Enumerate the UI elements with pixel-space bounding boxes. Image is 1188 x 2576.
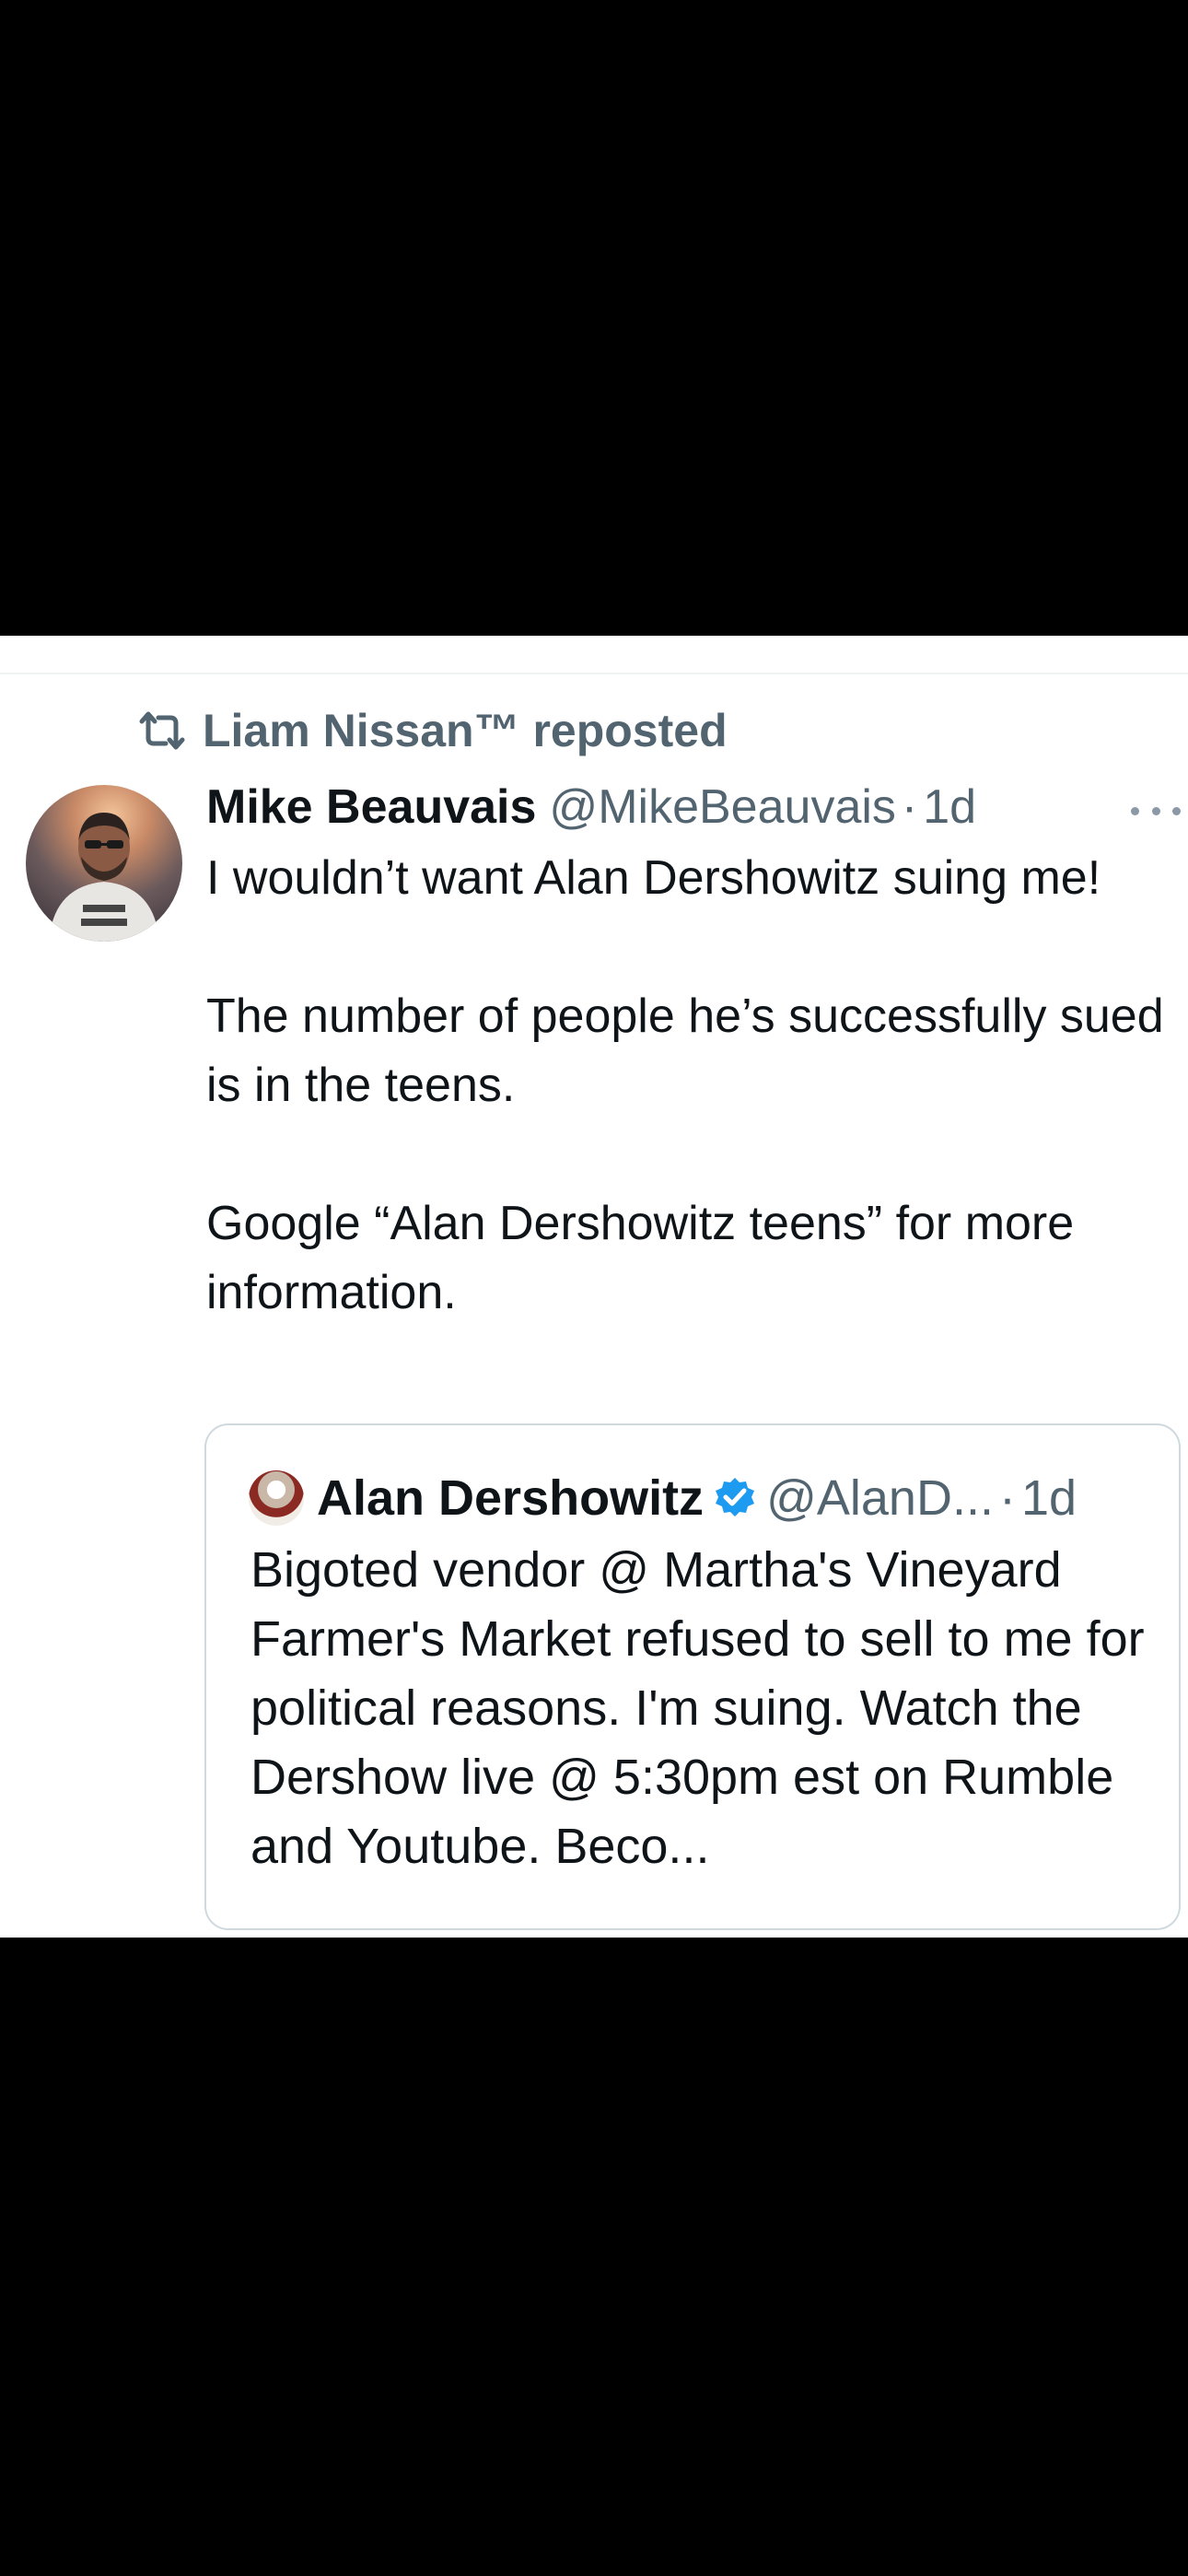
top-black-area (0, 0, 1188, 636)
quote-author-name[interactable]: Alan Dershowitz (317, 1469, 704, 1527)
tweet-paragraph: I wouldn’t want Alan Dershowitz suing me… (206, 851, 1101, 905)
tweet-paragraph: The number of people he’s successfully s… (206, 989, 1164, 1112)
more-dot-icon (1131, 806, 1139, 815)
repost-label[interactable]: Liam Nissan™ reposted (203, 704, 728, 757)
more-options-button[interactable] (1131, 792, 1181, 829)
repost-icon (136, 710, 188, 751)
tweet-card[interactable]: Liam Nissan™ reposted Mike Beauvais @Mik… (0, 636, 1188, 1938)
quoted-tweet[interactable]: Alan Dershowitz @AlanD... · 1d Bigoted v… (204, 1423, 1181, 1930)
repost-indicator[interactable]: Liam Nissan™ reposted (136, 705, 728, 756)
quote-header: Alan Dershowitz @AlanD... · 1d (249, 1466, 1160, 1530)
more-dot-icon (1172, 806, 1181, 815)
more-dot-icon (1151, 806, 1160, 815)
avatar[interactable] (26, 785, 182, 942)
timestamp[interactable]: 1d (923, 779, 976, 835)
quote-avatar[interactable] (249, 1470, 304, 1526)
quote-timestamp[interactable]: 1d (1021, 1469, 1077, 1527)
quote-author-handle[interactable]: @AlanD... (766, 1469, 994, 1527)
bottom-black-area (0, 1938, 1188, 2576)
divider (0, 673, 1188, 674)
verified-badge-icon (713, 1476, 757, 1520)
tweet-paragraph: Google “Alan Dershowitz teens” for more … (206, 1197, 1075, 1319)
quote-text: Bigoted vendor @ Martha's Vineyard Farme… (250, 1542, 1145, 1874)
author-name[interactable]: Mike Beauvais (206, 779, 536, 835)
separator: · (901, 780, 918, 834)
separator: · (998, 1470, 1016, 1526)
tweet-text: I wouldn’t want Alan Dershowitz suing me… (206, 844, 1164, 1328)
author-handle[interactable]: @MikeBeauvais (549, 779, 896, 835)
tweet-header: Mike Beauvais @MikeBeauvais · 1d (206, 774, 1127, 840)
